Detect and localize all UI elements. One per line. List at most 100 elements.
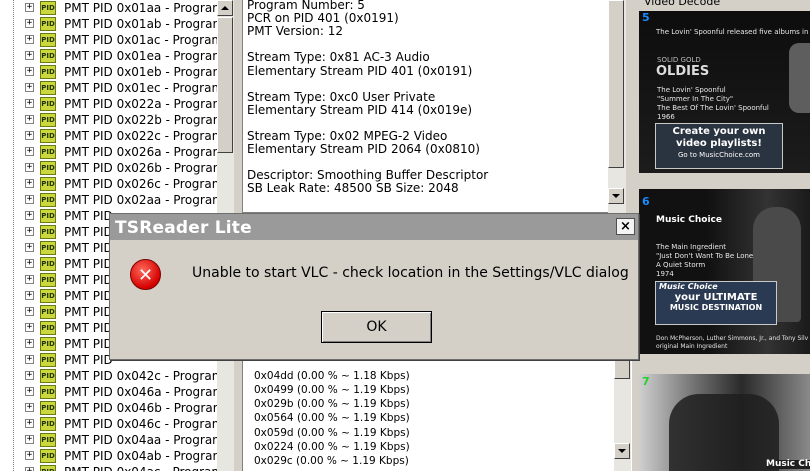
info-scrollbar[interactable]	[608, 0, 626, 213]
artist-line: The Lovin' Spoonful	[657, 86, 726, 94]
expand-icon[interactable]: +	[25, 323, 34, 332]
tree-item-label: PMT PID 0x02aa - Program 17	[64, 193, 217, 207]
expand-icon[interactable]: +	[25, 35, 34, 44]
artist-line: 1974	[656, 270, 674, 278]
pid-icon: PID	[40, 97, 56, 111]
expand-icon[interactable]: +	[25, 435, 34, 444]
stats-scrollbar[interactable]	[614, 359, 631, 471]
tree-item[interactable]: + PID PMT PID 0x01eb - Program 9	[0, 64, 217, 80]
tree-item[interactable]: + PID PMT PID 0x026b - Program 15	[0, 160, 217, 176]
tree-item[interactable]: + PID PMT PID 0x04ac - Program 34	[0, 464, 217, 471]
tree-item[interactable]: + PID PMT PID 0x01ab - Program 6	[0, 16, 217, 32]
expand-icon[interactable]: +	[25, 403, 34, 412]
expand-icon[interactable]: +	[25, 131, 34, 140]
error-icon: ✕	[130, 259, 161, 290]
pid-icon: PID	[40, 337, 56, 351]
promo-line: video playlists!	[676, 138, 762, 149]
tree-item[interactable]: + PID PMT PID 0x01ea - Program 8	[0, 48, 217, 64]
expand-icon[interactable]: +	[25, 243, 34, 252]
expand-icon[interactable]: +	[25, 163, 34, 172]
tree-item-label: PMT PID	[64, 305, 113, 319]
tree-item[interactable]: + PID PMT PID 0x04ab - Program 33	[0, 448, 217, 464]
promo-line: Go to MusicChoice.com	[678, 151, 760, 159]
error-dialog: TSReader Lite × ✕ Unable to start VLC - …	[109, 213, 639, 360]
tree-item-label: PMT PID 0x01aa - Program 5	[64, 1, 217, 15]
expand-icon[interactable]: +	[25, 371, 34, 380]
tree-item-label: PMT PID 0x022a - Program 11	[64, 97, 217, 111]
stats-scroll-thumb[interactable]	[614, 359, 630, 379]
thumb-header-text: The Lovin' Spoonful released five albums…	[656, 28, 810, 36]
info-scroll-thumb[interactable]	[608, 0, 624, 168]
tree-item-label: PMT PID	[64, 241, 113, 255]
pid-icon: PID	[40, 81, 56, 95]
info-line: PCR on PID 401 (0x0191)	[247, 11, 399, 26]
expand-icon[interactable]: +	[25, 211, 34, 220]
promo-line: your ULTIMATE	[674, 292, 758, 303]
tree-item[interactable]: + PID PMT PID 0x026c - Program 16	[0, 176, 217, 192]
ok-button[interactable]: OK	[321, 311, 432, 343]
expand-icon[interactable]: +	[25, 147, 34, 156]
arrow-up-icon	[221, 6, 229, 10]
scroll-up-button[interactable]	[217, 0, 233, 16]
expand-icon[interactable]: +	[25, 355, 34, 364]
expand-icon[interactable]: +	[25, 67, 34, 76]
pid-icon: PID	[40, 289, 56, 303]
tree-item[interactable]: + PID PMT PID 0x022c - Program 13	[0, 128, 217, 144]
tree-item[interactable]: + PID PMT PID 0x042c - Program 28	[0, 368, 217, 384]
tree-item[interactable]: + PID PMT PID 0x046c - Program 31	[0, 416, 217, 432]
expand-icon[interactable]: +	[25, 419, 34, 428]
info-line: SB Leak Rate: 48500 SB Size: 2048	[247, 181, 459, 196]
close-button[interactable]: ×	[616, 218, 635, 235]
expand-icon[interactable]: +	[25, 227, 34, 236]
artist-line: "Just Don't Want To Be Lonely"	[656, 252, 763, 260]
pid-icon: PID	[40, 1, 56, 15]
promo-line: Create your own	[672, 126, 766, 137]
expand-icon[interactable]: +	[25, 275, 34, 284]
tree-item[interactable]: + PID PMT PID 0x01ac - Program 7	[0, 32, 217, 48]
expand-icon[interactable]: +	[25, 451, 34, 460]
info-scroll-down-button[interactable]	[608, 188, 624, 204]
pid-icon: PID	[40, 369, 56, 383]
expand-icon[interactable]: +	[25, 339, 34, 348]
expand-icon[interactable]: +	[25, 3, 34, 12]
tree-item-label: PMT PID 0x01ea - Program 8	[64, 49, 217, 63]
artist-line: The Best Of The Lovin' Spoonful	[657, 104, 769, 112]
expand-icon[interactable]: +	[25, 291, 34, 300]
info-line: PMT Version: 12	[247, 24, 343, 39]
stats-scroll-down-button[interactable]	[614, 443, 630, 459]
pid-stats-pane: 0x04dd (0.00 % ~ 1.18 Kbps) 0x0499 (0.00 …	[242, 359, 632, 471]
expand-icon[interactable]: +	[25, 99, 34, 108]
expand-icon[interactable]: +	[25, 179, 34, 188]
stat-line: 0x029b (0.00 % ~ 1.19 Kbps)	[254, 398, 410, 411]
tree-item[interactable]: + PID PMT PID 0x046a - Program 29	[0, 384, 217, 400]
expand-icon[interactable]: +	[25, 467, 34, 471]
expand-icon[interactable]: +	[25, 387, 34, 396]
video-thumbnail[interactable]: 5 The Lovin' Spoonful released five albu…	[639, 11, 810, 173]
pid-icon: PID	[40, 225, 56, 239]
tree-item[interactable]: + PID PMT PID 0x022a - Program 11	[0, 96, 217, 112]
expand-icon[interactable]: +	[25, 259, 34, 268]
tree-item[interactable]: + PID PMT PID 0x04aa - Program 32	[0, 432, 217, 448]
scroll-thumb[interactable]	[217, 17, 233, 153]
expand-icon[interactable]: +	[25, 307, 34, 316]
tree-item[interactable]: + PID PMT PID 0x046b - Program 30	[0, 400, 217, 416]
tree-item[interactable]: + PID PMT PID 0x02aa - Program 17	[0, 192, 217, 208]
info-line: Elementary Stream PID 2064 (0x0810)	[247, 142, 480, 157]
expand-icon[interactable]: +	[25, 83, 34, 92]
tree-item[interactable]: + PID PMT PID 0x01aa - Program 5	[0, 0, 217, 16]
tree-item-label: PMT PID	[64, 353, 113, 367]
video-thumbnail[interactable]: 7 Music Cho	[639, 374, 810, 471]
expand-icon[interactable]: +	[25, 195, 34, 204]
expand-icon[interactable]: +	[25, 115, 34, 124]
video-thumbnail[interactable]: 6 Music Choice The Main Ingredient "Just…	[639, 189, 810, 354]
tree-item[interactable]: + PID PMT PID 0x022b - Program 12	[0, 112, 217, 128]
tree-item-label: PMT PID 0x01ab - Program 6	[64, 17, 217, 31]
expand-icon[interactable]: +	[25, 51, 34, 60]
tree-item[interactable]: + PID PMT PID 0x026a - Program 14	[0, 144, 217, 160]
pid-icon: PID	[40, 177, 56, 191]
pid-icon: PID	[40, 49, 56, 63]
expand-icon[interactable]: +	[25, 19, 34, 28]
logo-main-text: OLDIES	[656, 64, 710, 79]
tree-item[interactable]: + PID PMT PID 0x01ec - Program 10	[0, 80, 217, 96]
tree-item-label: PMT PID 0x026c - Program 16	[64, 177, 217, 191]
